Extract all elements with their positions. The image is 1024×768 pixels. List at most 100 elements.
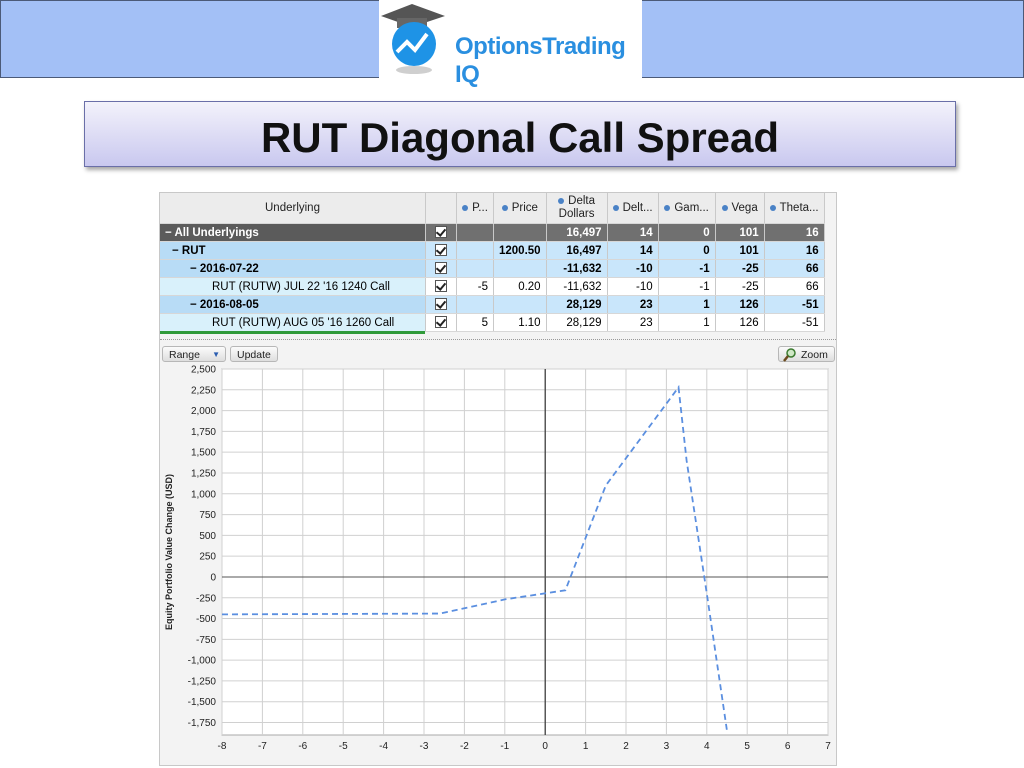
price-cell <box>493 223 547 242</box>
delta-dollars-cell: 28,129 <box>546 295 608 314</box>
theta-cell: 66 <box>764 277 825 296</box>
column-bullet-icon <box>558 197 565 204</box>
column-bullet-icon <box>612 204 619 211</box>
y-tick-label: -250 <box>196 593 216 604</box>
slide-title-box: RUT Diagonal Call Spread <box>84 101 956 167</box>
range-label: Range <box>169 349 200 361</box>
logo-text: OptionsTrading IQ <box>455 33 626 88</box>
position-cell <box>456 259 494 278</box>
row-checkbox[interactable] <box>425 313 457 332</box>
y-tick-label: 500 <box>199 531 216 542</box>
row-checkbox[interactable] <box>425 277 457 296</box>
row-checkbox[interactable] <box>425 223 457 242</box>
y-tick-label: -1,500 <box>188 697 217 708</box>
underlying-cell: RUT (RUTW) AUG 05 '16 1260 Call <box>160 313 426 332</box>
x-tick-label: 4 <box>704 741 710 752</box>
positions-table: Underlying P... Price Delta Dollars Delt… <box>160 193 825 332</box>
col-delta-dollars[interactable]: Delta Dollars <box>546 193 608 224</box>
risk-analysis-panel: Underlying P... Price Delta Dollars Delt… <box>159 192 837 766</box>
table-row-position[interactable]: RUT (RUTW) AUG 05 '16 1260 Call 5 1.10 2… <box>160 313 825 332</box>
column-bullet-icon <box>721 204 728 211</box>
position-cell <box>456 241 494 260</box>
vega-cell: -25 <box>715 277 765 296</box>
update-button[interactable]: Update <box>230 346 278 362</box>
x-tick-label: 0 <box>542 741 548 752</box>
y-tick-label: 250 <box>199 552 216 563</box>
x-tick-label: -5 <box>339 741 348 752</box>
column-bullet-icon <box>462 204 469 211</box>
y-tick-label: 750 <box>199 510 216 521</box>
y-tick-label: 2,000 <box>191 406 216 417</box>
table-row-expiry[interactable]: − 2016-08-05 28,129 23 1 126 -51 <box>160 295 825 314</box>
delta-dollars-cell: 16,497 <box>546 241 608 260</box>
delta-cell: -10 <box>607 259 659 278</box>
dropdown-arrow-icon: ▼ <box>212 350 220 359</box>
y-tick-label: -1,750 <box>188 718 217 729</box>
plot-area <box>221 368 829 736</box>
theta-cell: -51 <box>764 313 825 332</box>
theta-cell: 66 <box>764 259 825 278</box>
table-header-row: Underlying P... Price Delta Dollars Delt… <box>160 193 825 224</box>
col-delta[interactable]: Delt... <box>607 193 659 224</box>
y-tick-label: 1,000 <box>191 489 216 500</box>
vega-cell: 101 <box>715 223 765 242</box>
splitter[interactable] <box>160 339 836 342</box>
underlying-cell: − RUT <box>160 241 426 260</box>
x-tick-label: -4 <box>379 741 388 752</box>
delta-cell: -10 <box>607 277 659 296</box>
zoom-button[interactable]: Zoom <box>778 346 835 362</box>
column-bullet-icon <box>769 204 776 211</box>
table-row-expiry[interactable]: − 2016-07-22 -11,632 -10 -1 -25 66 <box>160 259 825 278</box>
price-cell: 1.10 <box>493 313 547 332</box>
x-tick-label: -2 <box>460 741 469 752</box>
underlying-cell: − 2016-07-22 <box>160 259 426 278</box>
x-tick-label: -8 <box>218 741 227 752</box>
table-row-position[interactable]: RUT (RUTW) JUL 22 '16 1240 Call -5 0.20 … <box>160 277 825 296</box>
logo-graduation-cap-icon <box>381 4 445 74</box>
chart-toolbar: Range ▼ Update Zoom <box>160 343 836 365</box>
table-row-rut[interactable]: − RUT 1200.50 16,497 14 0 101 16 <box>160 241 825 260</box>
y-tick-label: -1,250 <box>188 676 217 687</box>
range-dropdown[interactable]: Range ▼ <box>162 346 226 362</box>
gamma-cell: 0 <box>658 241 716 260</box>
price-cell <box>493 295 547 314</box>
col-vega[interactable]: Vega <box>715 193 765 224</box>
price-cell: 1200.50 <box>493 241 547 260</box>
x-tick-label: 1 <box>583 741 589 752</box>
col-price[interactable]: Price <box>493 193 547 224</box>
theta-cell: 16 <box>764 223 825 242</box>
price-cell: 0.20 <box>493 277 547 296</box>
delta-cell: 14 <box>607 241 659 260</box>
col-theta[interactable]: Theta... <box>764 193 825 224</box>
payoff-chart: -8 -7 -6 -5 -4 -3 -2 -1 0 1 2 3 4 5 6 7 2,500 2,250 2,000 1… <box>164 365 831 753</box>
row-checkbox[interactable] <box>425 259 457 278</box>
price-cell <box>493 259 547 278</box>
col-checkbox[interactable] <box>425 193 457 224</box>
row-checkbox[interactable] <box>425 241 457 260</box>
underlying-cell: − All Underlyings <box>160 223 426 242</box>
x-tick-label: -7 <box>258 741 267 752</box>
y-tick-label: 0 <box>210 572 216 583</box>
row-checkbox[interactable] <box>425 295 457 314</box>
delta-dollars-cell: 28,129 <box>546 313 608 332</box>
position-cell: -5 <box>456 277 494 296</box>
delta-dollars-cell: -11,632 <box>546 277 608 296</box>
gamma-cell: -1 <box>658 259 716 278</box>
slide-title: RUT Diagonal Call Spread <box>260 114 780 161</box>
x-tick-label: -1 <box>500 741 509 752</box>
delta-dollars-cell: -11,632 <box>546 259 608 278</box>
delta-dollars-cell: 16,497 <box>546 223 608 242</box>
position-cell <box>456 295 494 314</box>
magnifier-icon <box>783 348 796 362</box>
y-tick-label: 2,500 <box>191 365 216 376</box>
table-row-all-underlyings[interactable]: − All Underlyings 16,497 14 0 101 16 <box>160 223 825 242</box>
underlying-cell: − 2016-08-05 <box>160 295 426 314</box>
col-underlying[interactable]: Underlying <box>160 193 426 224</box>
y-tick-label: -500 <box>196 614 216 625</box>
col-gamma[interactable]: Gam... <box>658 193 716 224</box>
theta-cell: 16 <box>764 241 825 260</box>
x-tick-label: 2 <box>623 741 629 752</box>
underlying-cell: RUT (RUTW) JUL 22 '16 1240 Call <box>160 277 426 296</box>
y-tick-label: -1,000 <box>188 656 217 667</box>
col-position[interactable]: P... <box>456 193 494 224</box>
